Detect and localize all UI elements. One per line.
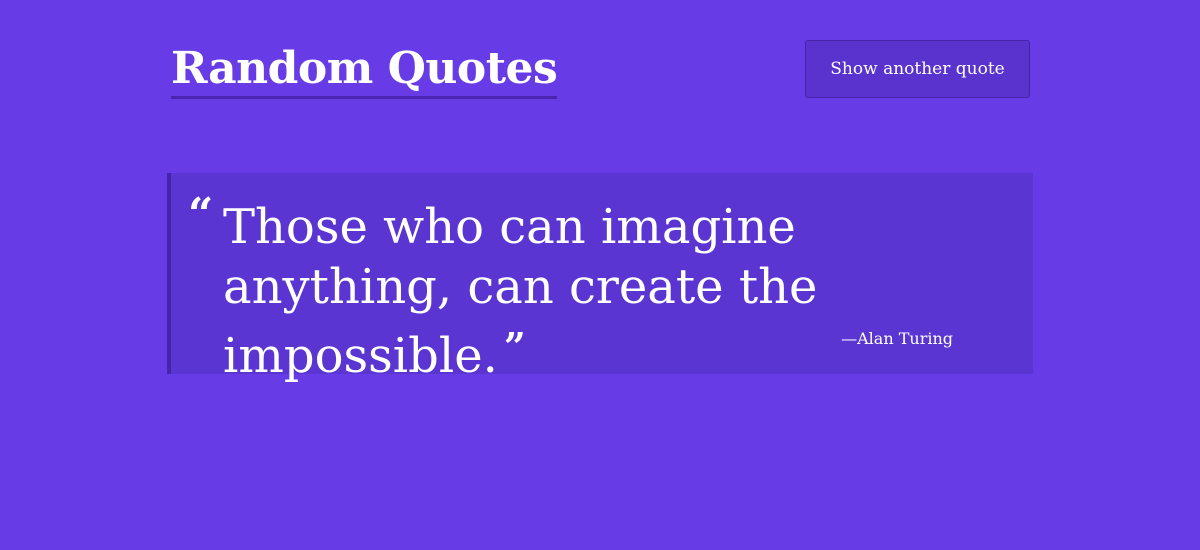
close-quote-icon: ”: [503, 324, 526, 369]
open-quote-icon: “: [188, 189, 214, 240]
page: Random Quotes Show another quote “ Those…: [0, 0, 1200, 550]
show-another-quote-button[interactable]: Show another quote: [805, 40, 1030, 98]
quote-author: —Alan Turing: [841, 329, 953, 348]
quote-card: “ Those who can imagine anything, can cr…: [167, 173, 1033, 384]
quote-paragraph: Those who can imagine anything, can crea…: [223, 197, 1013, 386]
page-title: Random Quotes: [171, 42, 558, 99]
